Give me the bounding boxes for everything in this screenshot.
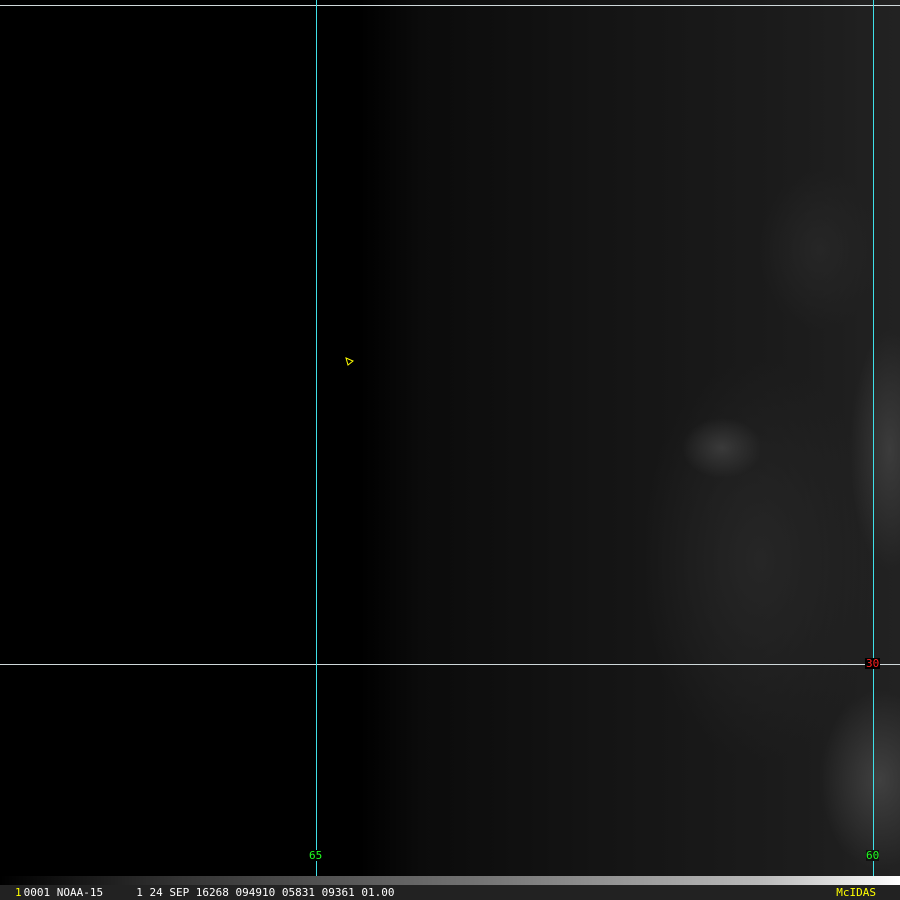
latitude-line-30 [0, 664, 900, 665]
longitude-label-60: 60 [866, 849, 880, 862]
longitude-label-65: 65 [309, 849, 323, 862]
longitude-line-60 [873, 0, 874, 886]
longitude-line-65 [316, 0, 317, 886]
grayscale-color-bar [0, 876, 900, 885]
frame-number: 1 [15, 886, 22, 899]
storm-position-triangle-icon [345, 357, 354, 366]
mcidas-brand: McIDAS [836, 886, 876, 899]
image-info: 0001 NOAA-15 1 24 SEP 16268 094910 05831… [23, 886, 395, 899]
top-grid-line [0, 5, 900, 6]
satellite-imagery [0, 0, 900, 876]
status-bar: 1 0001 NOAA-15 1 24 SEP 16268 094910 058… [0, 885, 900, 900]
satellite-image-viewer: 30 65 60 1 0001 NOAA-15 1 24 SEP 16268 0… [0, 0, 900, 900]
latitude-label-30: 30 [865, 657, 881, 670]
